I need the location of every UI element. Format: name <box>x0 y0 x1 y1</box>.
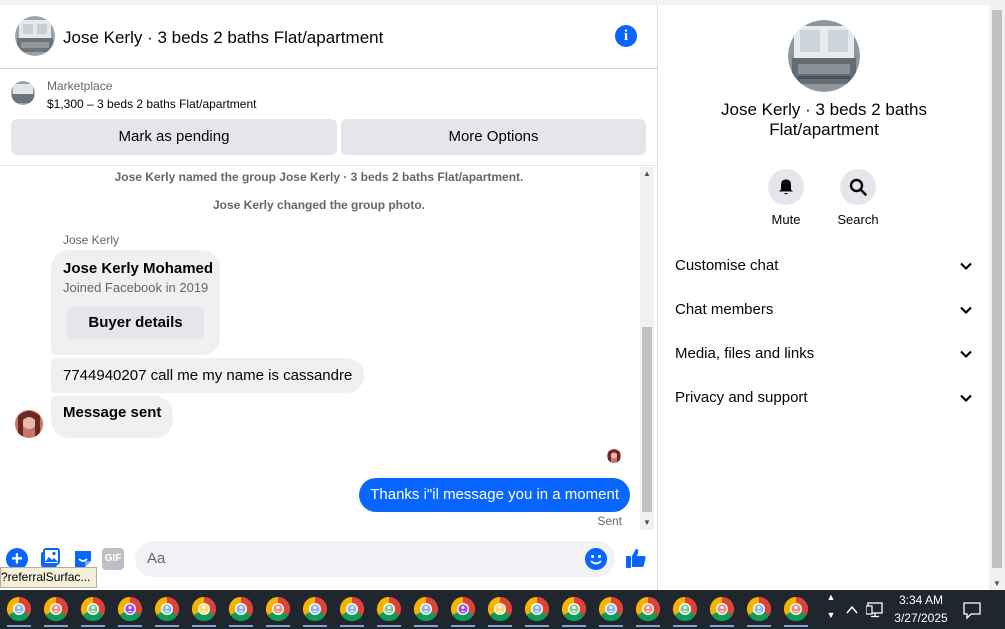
marketplace-banner: Marketplace $1,300 – 3 beds 2 baths Flat… <box>0 70 658 166</box>
listing-thumbnail[interactable] <box>11 81 35 105</box>
page-scrollbar[interactable]: ▼ <box>989 0 1005 590</box>
chrome-icon[interactable] <box>190 595 218 627</box>
thumbs-up-icon[interactable] <box>624 546 648 570</box>
chat-header: Jose Kerly · 3 beds 2 baths Flat/apartme… <box>0 5 658 69</box>
chrome-icon[interactable] <box>338 595 366 627</box>
search-label: Search <box>837 212 879 227</box>
mute-button[interactable]: Mute <box>756 169 816 227</box>
chevron-down-icon <box>960 394 972 403</box>
scroll-down-arrow-icon[interactable]: ▼ <box>640 516 654 530</box>
chevron-down-icon <box>960 306 972 315</box>
chrome-icon[interactable] <box>412 595 440 627</box>
chrome-icon[interactable] <box>79 595 107 627</box>
system-message: Jose Kerly named the group Jose Kerly · … <box>114 170 524 184</box>
chrome-icon[interactable] <box>301 595 329 627</box>
info-icon[interactable]: i <box>615 25 637 47</box>
bell-icon <box>779 179 793 195</box>
sender-name: Jose Kerly <box>63 233 120 247</box>
taskbar-scroll[interactable]: ▲ ▼ <box>824 590 838 629</box>
group-avatar[interactable] <box>15 16 55 56</box>
chrome-icon[interactable] <box>449 595 477 627</box>
search-button[interactable]: Search <box>828 169 888 227</box>
chevron-down-icon <box>960 350 972 359</box>
chrome-icon[interactable] <box>153 595 181 627</box>
buyer-details-button[interactable]: Buyer details <box>67 307 204 339</box>
section-label: Media, files and links <box>675 345 815 362</box>
section-label: Chat members <box>675 301 774 318</box>
listing-summary[interactable]: $1,300 – 3 beds 2 baths Flat/apartment <box>47 97 256 111</box>
chrome-icon[interactable] <box>745 595 773 627</box>
chrome-icon[interactable] <box>782 595 810 627</box>
sender-avatar[interactable] <box>15 410 43 438</box>
search-icon-circle[interactable] <box>840 169 876 205</box>
chrome-icon[interactable] <box>560 595 588 627</box>
more-options-button[interactable]: More Options <box>341 119 646 155</box>
section-media-files-links[interactable]: Media, files and links <box>675 339 975 369</box>
gif-icon[interactable]: GIF <box>102 548 124 570</box>
section-label: Customise chat <box>675 257 779 274</box>
chrome-icon[interactable] <box>671 595 699 627</box>
chrome-icon[interactable] <box>523 595 551 627</box>
page-scroll-thumb[interactable] <box>992 10 1002 568</box>
clock-date[interactable]: 3/27/2025 <box>892 611 950 625</box>
mute-icon-circle[interactable] <box>768 169 804 205</box>
clock-time[interactable]: 3:34 AM <box>897 593 945 607</box>
chevron-up-icon[interactable]: ▲ <box>824 592 838 602</box>
chrome-icon[interactable] <box>116 595 144 627</box>
section-customise-chat[interactable]: Customise chat <box>675 251 975 281</box>
incoming-message[interactable]: Message sent <box>51 396 174 438</box>
group-photo[interactable] <box>788 20 860 92</box>
chrome-icon[interactable] <box>708 595 736 627</box>
outgoing-message[interactable]: Thanks i"il message you in a moment <box>359 478 630 512</box>
chevron-down-icon <box>960 262 972 271</box>
chrome-icon[interactable] <box>375 595 403 627</box>
system-message: Jose Kerly changed the group photo. <box>212 198 426 212</box>
message-list: Jose Kerly named the group Jose Kerly · … <box>0 167 638 530</box>
message-composer: + GIF <box>0 534 658 590</box>
emoji-icon[interactable] <box>585 548 607 570</box>
message-scrollbar[interactable]: ▲ ▼ <box>640 167 654 530</box>
system-tray: 3:34 AM 3/27/2025 <box>840 590 1005 629</box>
status-bar-tooltip: ?referralSurfac... <box>0 567 98 588</box>
scroll-thumb[interactable] <box>642 327 652 512</box>
section-privacy-support[interactable]: Privacy and support <box>675 383 975 413</box>
windows-taskbar: ▲ ▼ 3:34 AM 3/27/2025 <box>0 590 1005 629</box>
notifications-icon[interactable] <box>962 600 982 620</box>
chrome-icon[interactable] <box>5 595 33 627</box>
mute-label: Mute <box>771 212 801 227</box>
buyer-joined: Joined Facebook in 2019 <box>63 280 209 295</box>
buyer-profile-card: Jose Kerly Mohamed Joined Facebook in 20… <box>51 250 220 355</box>
show-hidden-icons-icon[interactable] <box>845 603 859 617</box>
section-label: Privacy and support <box>675 389 808 406</box>
chrome-icon[interactable] <box>634 595 662 627</box>
network-icon[interactable] <box>866 601 886 619</box>
chat-info-panel: Jose Kerly · 3 beds 2 baths Flat/apartme… <box>659 0 989 590</box>
message-status: Sent <box>597 514 622 528</box>
section-chat-members[interactable]: Chat members <box>675 295 975 325</box>
chrome-icon[interactable] <box>42 595 70 627</box>
marketplace-label: Marketplace <box>47 79 113 93</box>
chat-title[interactable]: Jose Kerly · 3 beds 2 baths Flat/apartme… <box>63 28 383 48</box>
message-input[interactable] <box>147 550 577 567</box>
chrome-icon[interactable] <box>597 595 625 627</box>
info-title: Jose Kerly · 3 beds 2 baths Flat/apartme… <box>720 100 927 139</box>
message-input-box[interactable] <box>135 541 615 577</box>
top-divider <box>659 0 989 5</box>
scroll-down-arrow-icon[interactable]: ▼ <box>989 579 1005 588</box>
chat-pane: Jose Kerly · 3 beds 2 baths Flat/apartme… <box>0 0 658 590</box>
incoming-message[interactable]: 7744940207 call me my name is cassandre <box>51 358 365 393</box>
taskbar-apps <box>5 590 825 629</box>
chrome-icon[interactable] <box>264 595 292 627</box>
read-receipt-avatar <box>607 449 621 463</box>
buyer-name: Jose Kerly Mohamed <box>63 260 214 277</box>
chrome-icon[interactable] <box>227 595 255 627</box>
chrome-icon[interactable] <box>486 595 514 627</box>
mark-as-pending-button[interactable]: Mark as pending <box>11 119 337 155</box>
scroll-up-arrow-icon[interactable]: ▲ <box>640 167 654 181</box>
chevron-down-icon[interactable]: ▼ <box>824 610 838 620</box>
search-icon <box>849 178 867 196</box>
